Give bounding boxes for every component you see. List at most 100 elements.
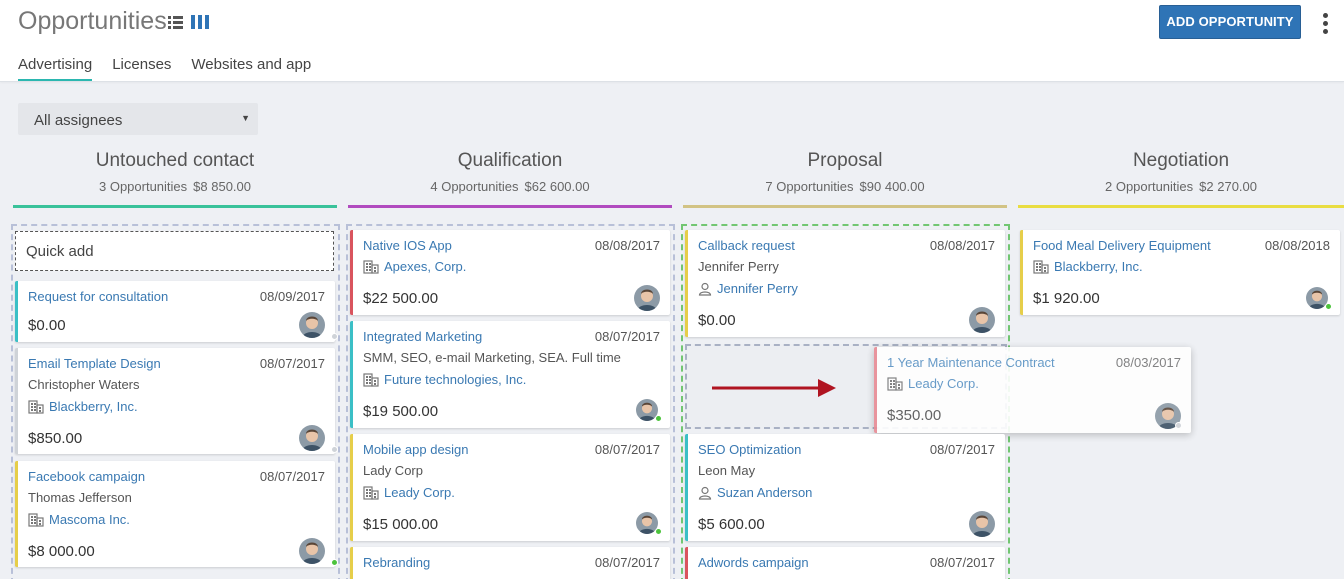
card-description: SMM, SEO, e-mail Marketing, SEA. Full ti… <box>363 350 621 365</box>
card-organization-link[interactable]: Mascoma Inc. <box>28 512 130 527</box>
card-amount: $15 000.00 <box>363 516 439 533</box>
tab-advertising[interactable]: Advertising <box>18 56 93 81</box>
dragged-opportunity-card[interactable]: 1 Year Maintenance Contract 08/03/2017 L… <box>874 347 1191 433</box>
card-title[interactable]: Callback request <box>698 238 795 253</box>
opportunity-card[interactable]: Adwords campaign 08/07/2017 <box>685 547 1005 579</box>
card-title[interactable]: Request for consultation <box>28 289 168 304</box>
card-contact-name: Lady Corp <box>363 463 423 478</box>
organization-name: Future technologies, Inc. <box>384 372 527 387</box>
card-organization-link[interactable]: Leady Corp. <box>363 485 455 500</box>
add-opportunity-button[interactable]: ADD OPPORTUNITY <box>1159 5 1301 39</box>
organization-name: Leady Corp. <box>384 485 455 500</box>
tab-websites-and-app[interactable]: Websites and app <box>191 56 311 81</box>
column-color-bar <box>348 205 672 208</box>
contact-name: Suzan Anderson <box>717 485 813 500</box>
column-count: 3 Opportunities <box>98 179 188 194</box>
card-title[interactable]: Integrated Marketing <box>363 329 482 344</box>
online-status-dot <box>331 559 338 566</box>
status-dot <box>331 446 338 453</box>
assignee-avatar[interactable] <box>299 312 325 338</box>
opportunity-card[interactable]: Email Template Design 08/07/2017 Christo… <box>15 348 338 454</box>
card-date: 08/03/2017 <box>1115 355 1181 370</box>
building-icon <box>363 260 379 274</box>
card-date: 08/07/2017 <box>259 356 325 371</box>
column-total: $8 850.00 <box>193 179 251 194</box>
online-status-dot <box>655 528 662 535</box>
card-amount: $19 500.00 <box>363 403 439 420</box>
view-switcher <box>168 15 209 29</box>
card-amount: $850.00 <box>28 430 83 447</box>
column-total: $90 400.00 <box>859 179 925 194</box>
organization-name: Blackberry, Inc. <box>1054 259 1143 274</box>
card-date: 08/08/2017 <box>929 238 995 253</box>
card-contact-link[interactable]: Jennifer Perry <box>698 281 798 296</box>
quick-add-input[interactable]: Quick add <box>15 231 334 271</box>
column-color-bar <box>683 205 1007 208</box>
list-view-icon[interactable] <box>168 15 183 29</box>
card-title[interactable]: Rebranding <box>363 555 430 570</box>
assignee-avatar[interactable] <box>299 425 325 451</box>
card-contact-name: Leon May <box>698 463 756 478</box>
card-amount: $1 920.00 <box>1033 290 1100 307</box>
building-icon <box>363 373 379 387</box>
column-title: Negotiation <box>1132 150 1230 171</box>
card-organization-link[interactable]: Future technologies, Inc. <box>363 372 526 387</box>
dropdown-caret-icon: ▼ <box>241 113 250 123</box>
column-total: $62 600.00 <box>524 179 590 194</box>
building-icon <box>28 513 44 527</box>
card-date: 08/07/2017 <box>259 469 325 484</box>
opportunity-card[interactable]: Food Meal Delivery Equipment 08/08/2018 … <box>1020 230 1340 315</box>
opportunity-card[interactable]: Callback request 08/08/2017 Jennifer Per… <box>685 230 1005 337</box>
card-organization-link[interactable]: Blackberry, Inc. <box>1033 259 1143 274</box>
user-icon <box>698 486 712 500</box>
card-title[interactable]: Native IOS App <box>363 238 452 253</box>
building-icon <box>1033 260 1049 274</box>
card-organization-link[interactable]: Apexes, Corp. <box>363 259 466 274</box>
column-title: Qualification <box>457 150 563 171</box>
opportunity-card[interactable]: Rebranding 08/07/2017 <box>350 547 670 579</box>
building-icon <box>363 486 379 500</box>
card-date: 08/08/2017 <box>594 238 660 253</box>
card-title[interactable]: 1 Year Maintenance Contract <box>887 355 1055 370</box>
user-icon <box>698 282 712 296</box>
card-organization-link[interactable]: Blackberry, Inc. <box>28 399 138 414</box>
assignee-avatar[interactable] <box>299 538 325 564</box>
card-amount: $8 000.00 <box>28 543 95 560</box>
card-contact-link[interactable]: Suzan Anderson <box>698 485 812 500</box>
more-menu-icon[interactable] <box>1317 10 1333 36</box>
page-title: Opportunities <box>18 7 167 35</box>
online-status-dot <box>655 415 662 422</box>
opportunity-card[interactable]: SEO Optimization 08/07/2017 Leon May Suz… <box>685 434 1005 541</box>
status-dot <box>331 333 338 340</box>
assignee-avatar[interactable] <box>969 511 995 537</box>
card-title[interactable]: Email Template Design <box>28 356 161 371</box>
opportunity-card[interactable]: Request for consultation 08/09/2017 $0.0… <box>15 281 338 342</box>
opportunity-card[interactable]: Integrated Marketing 08/07/2017 SMM, SEO… <box>350 321 670 428</box>
card-title[interactable]: Facebook campaign <box>28 469 145 484</box>
column-header-negotiation: Negotiation 2 Opportunities $2 270.00 <box>1018 148 1344 208</box>
opportunity-card[interactable]: Mobile app design 08/07/2017 Lady Corp L… <box>350 434 670 541</box>
assignee-avatar[interactable] <box>969 307 995 333</box>
column-count: 7 Opportunities <box>765 179 854 194</box>
card-title[interactable]: Adwords campaign <box>698 555 809 570</box>
card-title[interactable]: SEO Optimization <box>698 442 801 457</box>
card-date: 08/07/2017 <box>594 442 660 457</box>
card-amount: $350.00 <box>887 407 942 424</box>
card-title[interactable]: Mobile app design <box>363 442 469 457</box>
organization-name: Mascoma Inc. <box>49 512 130 527</box>
card-title[interactable]: Food Meal Delivery Equipment <box>1033 238 1211 253</box>
card-organization-link[interactable]: Leady Corp. <box>887 376 979 391</box>
drag-arrow-icon <box>712 379 836 397</box>
opportunity-card[interactable]: Facebook campaign 08/07/2017 Thomas Jeff… <box>15 461 338 567</box>
building-icon <box>887 377 903 391</box>
organization-name: Leady Corp. <box>908 376 979 391</box>
card-amount: $5 600.00 <box>698 516 765 533</box>
column-title: Untouched contact <box>95 150 255 171</box>
tab-licenses[interactable]: Licenses <box>112 56 171 81</box>
assignee-avatar[interactable] <box>634 285 660 311</box>
board-view-icon[interactable] <box>191 15 209 29</box>
column-total: $2 270.00 <box>1199 179 1257 194</box>
assignee-filter-select[interactable]: All assignees ▼ <box>18 103 258 135</box>
pipeline-tabs: Advertising Licenses Websites and app <box>18 56 311 81</box>
opportunity-card[interactable]: Native IOS App 08/08/2017 Apexes, Corp. … <box>350 230 670 315</box>
